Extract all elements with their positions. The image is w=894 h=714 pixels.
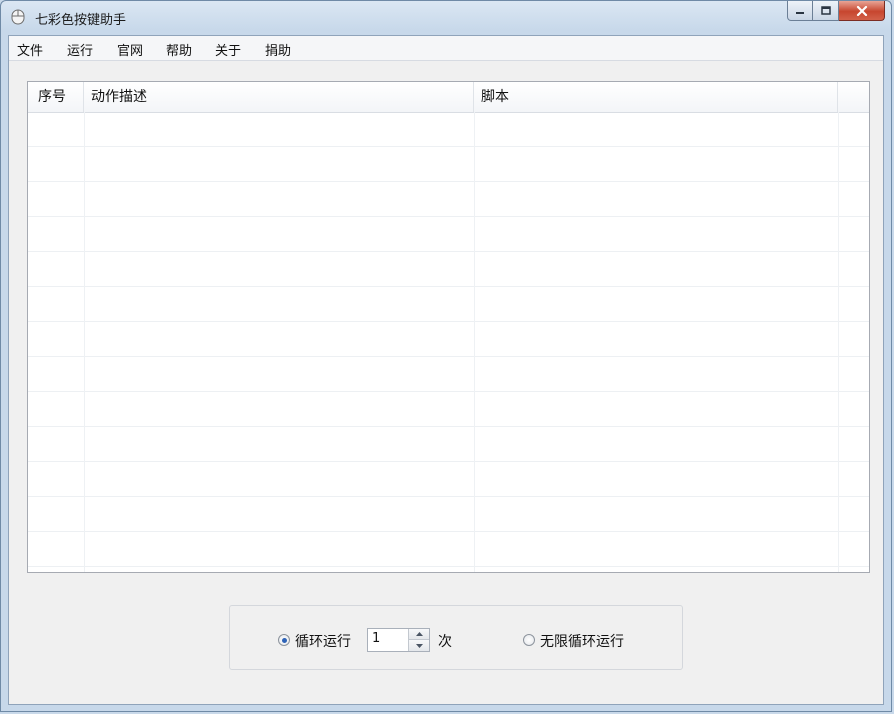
minimize-icon xyxy=(796,11,804,14)
app-window: 七彩色按键助手 文件 运行 官网 帮助 关于 捐助 序号 动作描述 脚本 循环运… xyxy=(0,0,892,712)
column-header-index[interactable]: 序号 xyxy=(28,82,84,112)
caption-buttons xyxy=(787,1,885,21)
column-header-script[interactable]: 脚本 xyxy=(474,82,838,112)
column-header-description[interactable]: 动作描述 xyxy=(84,82,474,112)
table-row[interactable] xyxy=(28,182,869,217)
table-row[interactable] xyxy=(28,147,869,182)
loop-count-radio[interactable] xyxy=(278,634,290,646)
infinite-loop-label[interactable]: 无限循环运行 xyxy=(540,631,624,651)
loop-count-unit: 次 xyxy=(438,634,452,650)
arrow-up-icon xyxy=(415,632,423,636)
arrow-down-icon xyxy=(415,643,423,648)
menu-run[interactable]: 运行 xyxy=(67,40,93,59)
menu-donate[interactable]: 捐助 xyxy=(265,40,291,59)
window-title: 七彩色按键助手 xyxy=(35,13,127,28)
loop-options-group: 循环运行 1 次 无限循环运行 xyxy=(229,605,683,670)
table-row[interactable] xyxy=(28,357,869,392)
minimize-button[interactable] xyxy=(787,1,813,21)
maximize-icon xyxy=(820,6,831,15)
menu-bar: 文件 运行 官网 帮助 关于 捐助 xyxy=(9,36,883,61)
infinite-loop-radio[interactable] xyxy=(523,634,535,646)
table-row[interactable] xyxy=(28,217,869,252)
table-row[interactable] xyxy=(28,462,869,497)
stepper-buttons xyxy=(408,629,429,651)
loop-count-stepper[interactable]: 1 xyxy=(367,628,430,652)
table-row[interactable] xyxy=(28,392,869,427)
menu-help[interactable]: 帮助 xyxy=(166,40,192,59)
table-row[interactable] xyxy=(28,322,869,357)
menu-file[interactable]: 文件 xyxy=(17,40,43,59)
mouse-icon xyxy=(11,9,25,25)
column-divider xyxy=(474,112,475,572)
title-bar[interactable]: 七彩色按键助手 xyxy=(1,1,891,35)
column-header-filler xyxy=(838,82,869,112)
menu-about[interactable]: 关于 xyxy=(215,40,241,59)
menu-website[interactable]: 官网 xyxy=(117,40,143,59)
stepper-down-button[interactable] xyxy=(409,640,429,651)
table-row[interactable] xyxy=(28,287,869,322)
loop-count-value[interactable]: 1 xyxy=(372,631,380,646)
action-list[interactable]: 序号 动作描述 脚本 xyxy=(27,81,870,573)
list-header: 序号 动作描述 脚本 xyxy=(28,82,869,113)
table-row[interactable] xyxy=(28,532,869,567)
loop-count-label[interactable]: 循环运行 xyxy=(295,631,351,651)
column-divider xyxy=(84,112,85,572)
table-row[interactable] xyxy=(28,112,869,147)
table-row[interactable] xyxy=(28,497,869,532)
table-row[interactable] xyxy=(28,427,869,462)
stepper-up-button[interactable] xyxy=(409,629,429,640)
client-area: 文件 运行 官网 帮助 关于 捐助 序号 动作描述 脚本 循环运行 1 次 无限… xyxy=(8,35,884,705)
maximize-button[interactable] xyxy=(813,1,839,21)
close-button[interactable] xyxy=(839,1,885,21)
table-row[interactable] xyxy=(28,252,869,287)
close-icon xyxy=(856,5,867,16)
column-divider xyxy=(838,112,839,572)
